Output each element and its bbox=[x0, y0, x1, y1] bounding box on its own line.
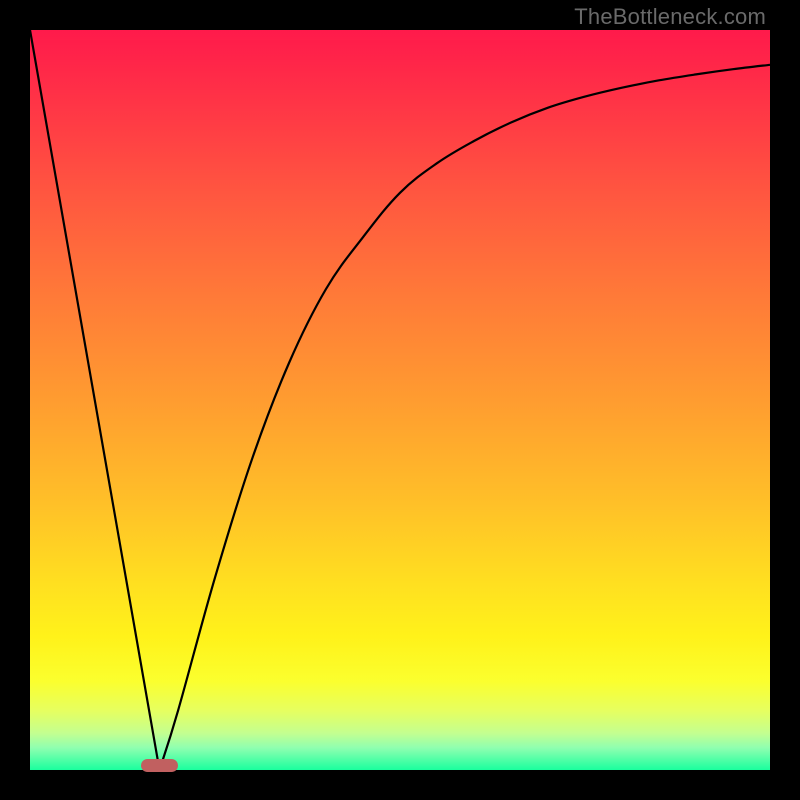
bottleneck-marker bbox=[141, 759, 178, 772]
plot-area bbox=[30, 30, 770, 770]
chart-frame: TheBottleneck.com bbox=[0, 0, 800, 800]
bottleneck-curve bbox=[30, 30, 770, 770]
watermark-text: TheBottleneck.com bbox=[574, 4, 766, 30]
